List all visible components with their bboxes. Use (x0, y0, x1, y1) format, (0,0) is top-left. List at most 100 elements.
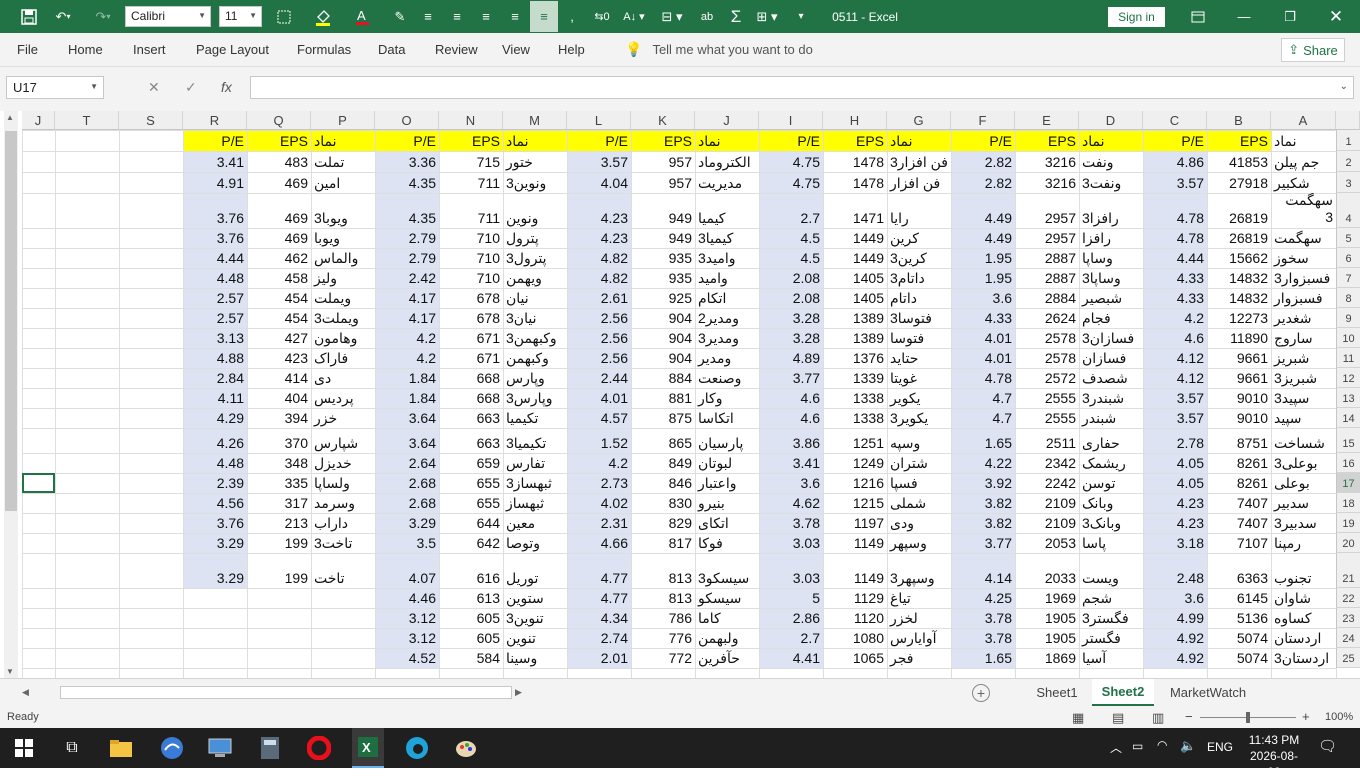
eps-cell[interactable]: 613 (439, 588, 503, 608)
symbol-cell[interactable]: نماد (1271, 130, 1336, 151)
eps-cell[interactable]: 935 (631, 248, 695, 268)
eps-cell[interactable]: 7107 (1207, 533, 1271, 553)
eps-cell[interactable]: 663 (439, 428, 503, 453)
row-header[interactable]: 5 (1336, 228, 1360, 248)
pe-cell[interactable]: 2.42 (375, 268, 439, 288)
pe-cell[interactable]: 4.26 (183, 428, 247, 453)
eps-cell[interactable]: 469 (247, 172, 311, 193)
eps-cell[interactable]: 469 (247, 228, 311, 248)
symbol-cell[interactable]: ستوین (503, 588, 567, 608)
row-header[interactable]: 7 (1336, 268, 1360, 288)
symbol-cell[interactable]: وسپهر3 (887, 553, 951, 588)
eps-cell[interactable]: 710 (439, 228, 503, 248)
pe-cell[interactable]: P/E (375, 130, 439, 151)
menu-view[interactable]: View (502, 42, 530, 57)
symbol-cell[interactable]: والماس (311, 248, 375, 268)
menu-data[interactable]: Data (378, 42, 405, 57)
eps-cell[interactable]: 8751 (1207, 428, 1271, 453)
symbol-cell[interactable]: پارسیان (695, 428, 759, 453)
pe-cell[interactable]: 4.82 (567, 268, 631, 288)
symbol-cell[interactable]: توسن (1079, 473, 1143, 493)
symbol-cell[interactable]: وبانک (1079, 493, 1143, 513)
symbol-cell[interactable]: فگستر3 (1079, 608, 1143, 628)
symbol-cell[interactable]: وتوصا (503, 533, 567, 553)
column-header[interactable]: C (1143, 111, 1207, 130)
pe-cell[interactable]: 3.77 (759, 368, 823, 388)
column-header[interactable]: S (119, 111, 183, 130)
symbol-cell[interactable]: شتران (887, 453, 951, 473)
symbol-cell[interactable]: داراب (311, 513, 375, 533)
app-bird-icon[interactable] (158, 734, 186, 762)
column-header[interactable]: K (631, 111, 695, 130)
eps-cell[interactable]: 1338 (823, 388, 887, 408)
symbol-cell[interactable]: وامید3 (695, 248, 759, 268)
sort-icon[interactable]: A↓ ▾ (620, 0, 648, 33)
eps-cell[interactable]: 370 (247, 428, 311, 453)
eps-cell[interactable]: 15662 (1207, 248, 1271, 268)
symbol-cell[interactable]: آسیا (1079, 648, 1143, 668)
task-view-icon[interactable]: ⧉ (58, 734, 86, 762)
row-header[interactable]: 15 (1336, 428, 1360, 453)
eps-cell[interactable]: 199 (247, 533, 311, 553)
eps-cell[interactable]: EPS (823, 130, 887, 151)
eps-cell[interactable]: 957 (631, 151, 695, 172)
eps-cell[interactable]: 1376 (823, 348, 887, 368)
symbol-cell[interactable]: وصنعت (695, 368, 759, 388)
pe-cell[interactable]: 3.64 (375, 408, 439, 428)
pe-cell[interactable]: 4.07 (375, 553, 439, 588)
page-layout-view-icon[interactable]: ▤ (1112, 710, 1124, 726)
symbol-cell[interactable]: ختور (503, 151, 567, 172)
pe-cell[interactable]: 2.57 (183, 308, 247, 328)
pe-cell[interactable]: 3.82 (951, 513, 1015, 533)
pe-cell[interactable]: 4.88 (183, 348, 247, 368)
symbol-cell[interactable]: ونوین3 (503, 172, 567, 193)
eps-cell[interactable]: 904 (631, 348, 695, 368)
eps-cell[interactable]: 1149 (823, 553, 887, 588)
symbol-cell[interactable]: رافزا3 (1079, 193, 1143, 228)
eps-cell[interactable]: 3216 (1015, 172, 1079, 193)
pe-cell[interactable]: 4.23 (567, 193, 631, 228)
pe-cell[interactable]: P/E (567, 130, 631, 151)
pe-cell[interactable]: 2.79 (375, 248, 439, 268)
pe-cell[interactable]: 4.86 (1143, 151, 1207, 172)
eps-cell[interactable]: 414 (247, 368, 311, 388)
pe-cell[interactable]: 4.02 (567, 493, 631, 513)
eps-cell[interactable]: 1120 (823, 608, 887, 628)
customize-qat-icon[interactable]: ▾ (794, 0, 808, 33)
horizontal-scrollbar[interactable] (60, 686, 512, 699)
eps-cell[interactable]: 462 (247, 248, 311, 268)
pe-cell[interactable]: P/E (1143, 130, 1207, 151)
pe-cell[interactable]: 3.57 (1143, 388, 1207, 408)
pe-cell[interactable]: 4.99 (1143, 608, 1207, 628)
eps-cell[interactable]: 584 (439, 648, 503, 668)
chevron-down-icon[interactable]: ▼ (90, 82, 98, 91)
tab-marketwatch[interactable]: MarketWatch (1160, 679, 1256, 706)
symbol-cell[interactable]: ولساپا (311, 473, 375, 493)
pe-cell[interactable]: 3.29 (375, 513, 439, 533)
pe-cell[interactable]: 3.57 (1143, 408, 1207, 428)
pe-cell[interactable]: 2.56 (567, 308, 631, 328)
row-header[interactable]: 24 (1336, 628, 1360, 648)
symbol-cell[interactable]: پردیس (311, 388, 375, 408)
symbol-cell[interactable]: وسپهر (887, 533, 951, 553)
eps-cell[interactable]: 2555 (1015, 388, 1079, 408)
pe-cell[interactable]: 4.33 (951, 308, 1015, 328)
font-name-box[interactable]: Calibri ▼ (125, 6, 211, 27)
column-header[interactable]: G (887, 111, 951, 130)
row-header[interactable]: 8 (1336, 288, 1360, 308)
pe-cell[interactable]: 4.01 (567, 388, 631, 408)
eps-cell[interactable]: 671 (439, 348, 503, 368)
pe-cell[interactable]: 1.84 (375, 388, 439, 408)
eps-cell[interactable]: 1389 (823, 328, 887, 348)
eps-cell[interactable]: 1389 (823, 308, 887, 328)
pe-cell[interactable]: 3.76 (183, 228, 247, 248)
row-header[interactable]: 14 (1336, 408, 1360, 428)
opera-icon[interactable] (305, 734, 333, 762)
pe-cell[interactable]: 4.75 (759, 151, 823, 172)
pe-cell[interactable]: 4.92 (1143, 628, 1207, 648)
pe-cell[interactable]: 4.2 (375, 328, 439, 348)
expand-formula-icon[interactable]: ⌄ (1340, 81, 1348, 92)
column-header[interactable]: I (759, 111, 823, 130)
pe-cell[interactable]: 2.31 (567, 513, 631, 533)
symbol-cell[interactable]: ونوین (503, 193, 567, 228)
